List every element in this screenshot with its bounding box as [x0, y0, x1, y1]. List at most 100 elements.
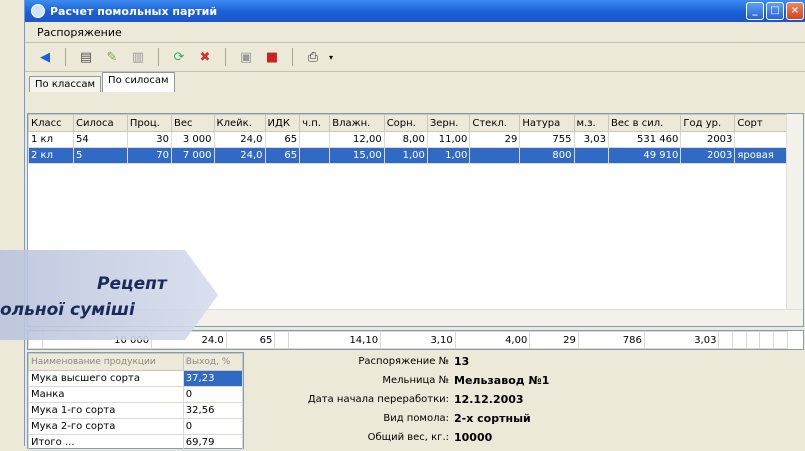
table-cell[interactable]	[734, 131, 788, 148]
total-cell: 786	[577, 331, 645, 349]
product-name-header: Наименование продукции	[28, 353, 184, 371]
list-item[interactable]: Мука 2-го сорта 0	[28, 418, 244, 435]
table-cell[interactable]: 24,0	[213, 131, 266, 148]
list-item[interactable]: Манка 0	[28, 386, 244, 403]
vertical-scrollbar[interactable]	[786, 114, 803, 310]
tab-by-silo[interactable]: По силосам	[102, 72, 175, 92]
product-yield[interactable]: 69,79	[182, 434, 244, 451]
table-row[interactable]: 2 кл 5 70 7 000 24,0 65 15,00 1,00 1,00 800 49 910…	[28, 147, 788, 164]
minimize-button[interactable]: _	[746, 2, 764, 20]
table-cell[interactable]	[469, 147, 521, 164]
total-cell	[745, 331, 761, 349]
table-cell[interactable]: 3 000	[171, 131, 215, 148]
table-cell[interactable]: 29	[469, 131, 521, 148]
column-header[interactable]: ч.п.	[299, 114, 331, 132]
product-yield[interactable]: 32,56	[182, 402, 244, 419]
table-cell[interactable]: 531 460	[607, 131, 682, 148]
callout-line2: ольної суміші	[0, 300, 135, 320]
product-yield[interactable]: 37,23	[182, 370, 244, 387]
list-item[interactable]: Мука 1-го сорта 32,56	[28, 402, 244, 419]
column-header[interactable]: Силоса	[73, 114, 128, 132]
column-header[interactable]: ИДК	[264, 114, 301, 132]
tab-strip: По классам По силосам	[25, 72, 805, 92]
weight-value: 10000	[454, 431, 493, 444]
list-item[interactable]: Итого ... 69,79	[28, 434, 244, 451]
close-button[interactable]: ×	[786, 2, 804, 20]
printer-icon[interactable]: ⎙	[303, 47, 323, 67]
recipe-icon[interactable]: ■	[262, 47, 282, 67]
column-header[interactable]: Клейк.	[213, 114, 266, 132]
column-header[interactable]: Влажн.	[329, 114, 385, 132]
table-cell[interactable]: 7 000	[171, 147, 215, 164]
table-cell[interactable]: 5	[73, 147, 128, 164]
table-cell[interactable]: 24,0	[213, 147, 266, 164]
weight-label: Общий вес, кг.:	[367, 432, 449, 443]
grind-label: Вид помола:	[383, 413, 449, 424]
table-cell[interactable]: 1,00	[426, 147, 471, 164]
column-header[interactable]: Класс	[28, 114, 74, 132]
print-preview-icon[interactable]: ▤	[76, 47, 96, 67]
table-cell[interactable]: 49 910	[607, 147, 682, 164]
menu-item-order[interactable]: Распоряжение	[37, 26, 122, 39]
save-icon[interactable]: ▣	[236, 47, 256, 67]
column-header[interactable]: Вес в сил.	[607, 114, 682, 132]
product-name[interactable]: Мука высшего сорта	[28, 370, 184, 387]
delete-icon[interactable]: ✖	[195, 47, 215, 67]
menu-bar: Распоряжение	[25, 22, 805, 43]
total-cell: 65	[225, 331, 276, 349]
tab-by-class[interactable]: По классам	[29, 76, 102, 92]
table-row[interactable]: 1 кл 54 30 3 000 24,0 65 12,00 8,00 11,00 29 755 3,…	[28, 131, 788, 148]
edit-icon[interactable]: ✎	[102, 47, 122, 67]
order-label: Распоряжение №	[358, 356, 449, 367]
maximize-button[interactable]: □	[766, 2, 784, 20]
column-header[interactable]: Вес	[171, 114, 215, 132]
mill-value: Мельзавод №1	[454, 374, 550, 387]
table-cell[interactable]: 8,00	[383, 131, 428, 148]
column-header[interactable]: Зерн.	[426, 114, 471, 132]
table-cell[interactable]: 3,03	[573, 131, 609, 148]
total-cell	[773, 331, 788, 349]
table-cell[interactable]: 54	[73, 131, 128, 148]
table-cell[interactable]: 65	[264, 147, 301, 164]
window-title: Расчет помольных партий	[50, 4, 218, 18]
column-header[interactable]: Сорт	[734, 114, 788, 132]
doc-icon[interactable]: ▥	[128, 47, 148, 67]
product-yield[interactable]: 0	[182, 386, 244, 403]
column-header[interactable]: м.з.	[573, 114, 609, 132]
table-cell[interactable]: 1 кл	[28, 131, 74, 148]
table-cell[interactable]: яровая	[734, 147, 788, 164]
callout-arrow-shape	[0, 250, 218, 340]
table-cell[interactable]: 70	[126, 147, 173, 164]
table-cell[interactable]: 30	[126, 131, 173, 148]
refresh-icon[interactable]: ⟳	[169, 47, 189, 67]
column-header[interactable]: Сорн.	[383, 114, 428, 132]
table-cell[interactable]: 11,00	[426, 131, 471, 148]
title-bar: Расчет помольных партий _ □ ×	[25, 0, 805, 22]
table-cell[interactable]: 800	[519, 147, 575, 164]
total-cell	[718, 331, 734, 349]
table-cell[interactable]: 12,00	[329, 131, 385, 148]
table-cell[interactable]	[299, 147, 331, 164]
column-header[interactable]: Натура	[519, 114, 575, 132]
product-name[interactable]: Мука 2-го сорта	[28, 418, 184, 435]
product-name[interactable]: Мука 1-го сорта	[28, 402, 184, 419]
column-header[interactable]: Год ур.	[680, 114, 736, 132]
table-cell[interactable]: 755	[519, 131, 575, 148]
table-cell[interactable]: 2003	[680, 147, 736, 164]
column-header[interactable]: Стекл.	[469, 114, 521, 132]
exit-icon[interactable]: ◀	[35, 47, 55, 67]
table-cell[interactable]: 2 кл	[28, 147, 74, 164]
product-yield[interactable]: 0	[182, 418, 244, 435]
table-cell[interactable]: 15,00	[329, 147, 385, 164]
toolbar: ◀ ▤ ✎ ▥ ⟳ ✖ ▣ ■ ⎙ ▾	[25, 43, 805, 72]
column-header[interactable]: Проц.	[126, 114, 173, 132]
table-cell[interactable]	[573, 147, 609, 164]
products-panel: Наименование продукции Выход, % Мука выс…	[27, 352, 244, 451]
table-cell[interactable]: 65	[264, 131, 301, 148]
product-name[interactable]: Манка	[28, 386, 184, 403]
table-cell[interactable]	[299, 131, 331, 148]
product-name[interactable]: Итого ...	[28, 434, 184, 451]
table-cell[interactable]: 2003	[680, 131, 736, 148]
table-cell[interactable]: 1,00	[383, 147, 428, 164]
list-item[interactable]: Мука высшего сорта 37,23	[28, 370, 244, 387]
